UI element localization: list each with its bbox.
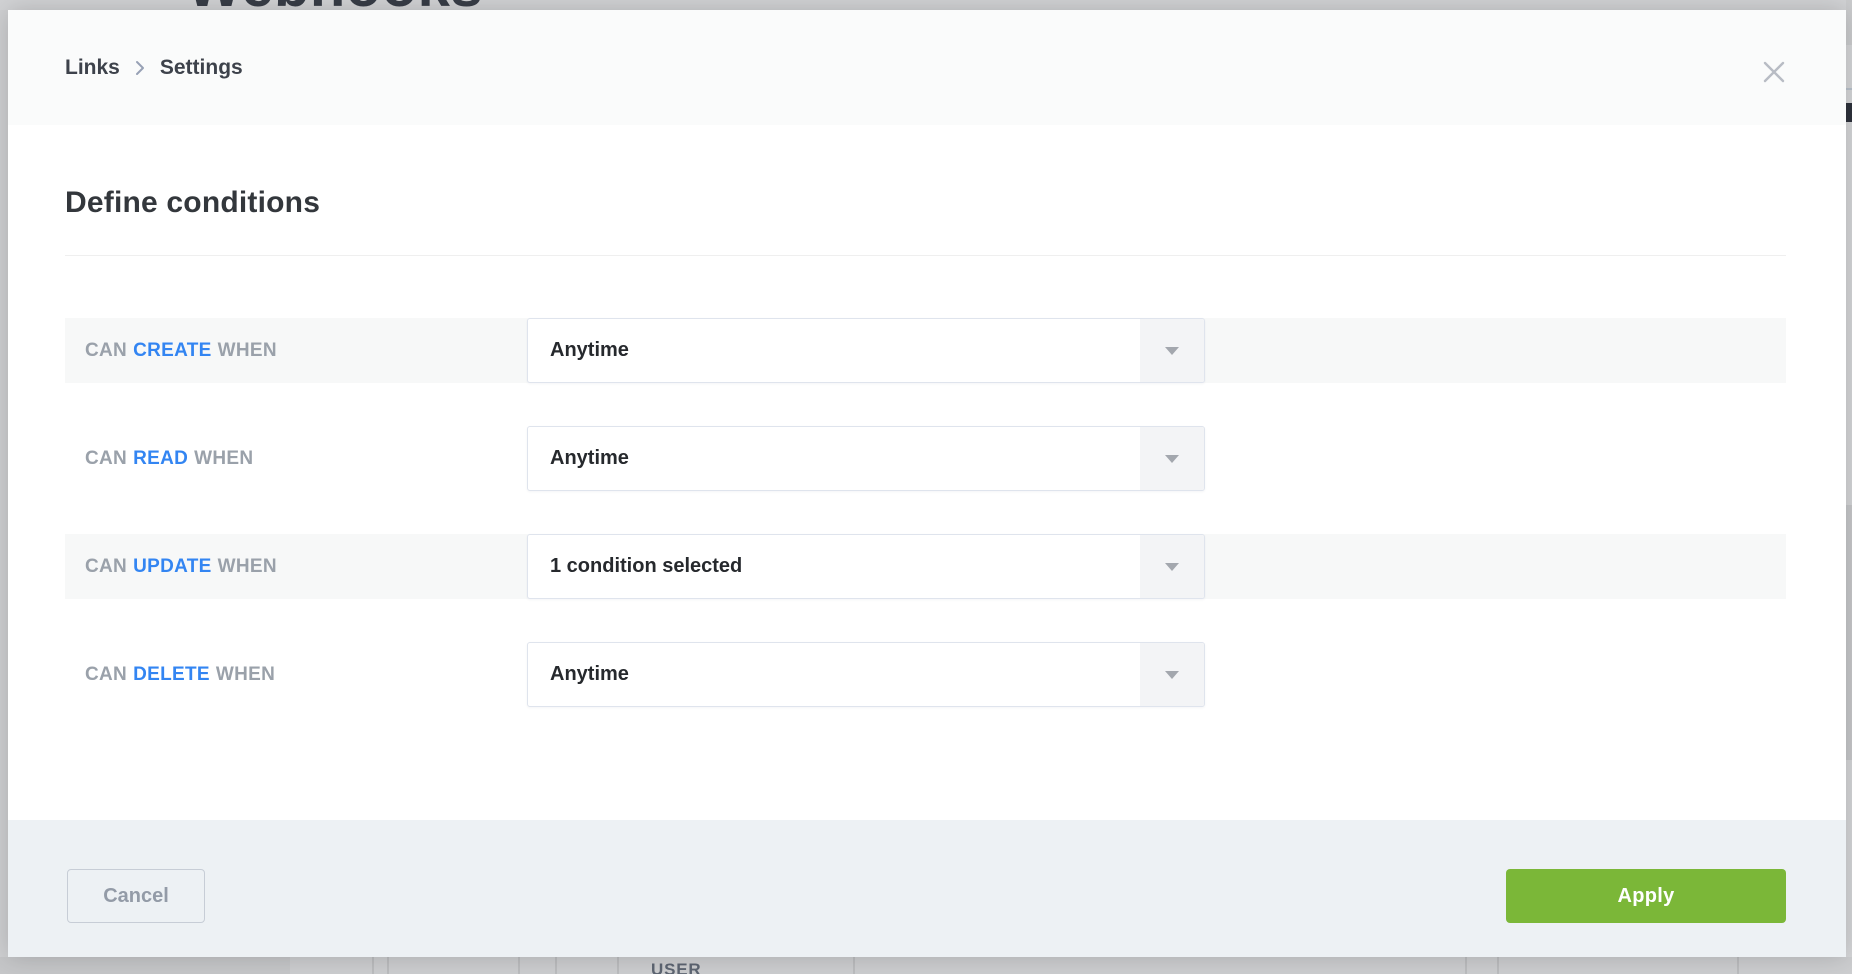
background-sidebar-fragment <box>0 957 290 974</box>
settings-modal: Links Settings Define conditions CAN CRE… <box>8 10 1846 957</box>
label-read: READ <box>133 448 188 470</box>
permission-row-create: CAN CREATE WHEN Anytime <box>65 318 1786 383</box>
permission-row-delete: CAN DELETE WHEN Anytime <box>65 642 1786 707</box>
label-can: CAN <box>85 448 127 470</box>
delete-when-dropdown[interactable]: Anytime <box>527 642 1205 707</box>
read-when-dropdown[interactable]: Anytime <box>527 426 1205 491</box>
label-can: CAN <box>85 340 127 362</box>
table-column-divider <box>1737 957 1739 974</box>
label-can: CAN <box>85 556 127 578</box>
label-delete: DELETE <box>133 664 210 686</box>
table-column-divider <box>387 957 389 974</box>
label-when: WHEN <box>218 340 277 362</box>
background-fragment <box>1846 505 1852 760</box>
breadcrumb: Links Settings <box>65 10 243 125</box>
background-page-top: Webhooks <box>0 0 1852 10</box>
label-when: WHEN <box>218 556 277 578</box>
user-column-header: USER <box>651 960 701 974</box>
background-page-title: Webhooks <box>187 0 483 10</box>
permission-row-read: CAN READ WHEN Anytime <box>65 426 1786 491</box>
background-fragment <box>1846 103 1852 122</box>
cancel-button[interactable]: Cancel <box>67 869 205 923</box>
update-when-label: CAN UPDATE WHEN <box>85 534 283 599</box>
breadcrumb-links[interactable]: Links <box>65 56 120 80</box>
label-when: WHEN <box>216 664 275 686</box>
chevron-down-icon <box>1140 427 1204 490</box>
table-column-divider <box>1497 957 1499 974</box>
close-icon[interactable] <box>1758 56 1790 88</box>
background-page-right-strip <box>1846 0 1852 974</box>
modal-header: Links Settings <box>8 10 1846 125</box>
chevron-down-icon <box>1140 643 1204 706</box>
delete-when-label: CAN DELETE WHEN <box>85 642 281 707</box>
label-when: WHEN <box>194 448 253 470</box>
table-column-divider <box>1465 957 1467 974</box>
background-table-header-strip: USER <box>0 957 1852 974</box>
table-column-divider <box>853 957 855 974</box>
label-can: CAN <box>85 664 127 686</box>
dropdown-value: 1 condition selected <box>550 535 742 598</box>
update-when-dropdown[interactable]: 1 condition selected <box>527 534 1205 599</box>
table-column-divider <box>617 957 619 974</box>
dropdown-value: Anytime <box>550 643 629 706</box>
modal-footer: Cancel Apply <box>8 820 1846 957</box>
background-fragment <box>1846 0 1852 45</box>
breadcrumb-settings: Settings <box>160 56 243 80</box>
background-fragment <box>1846 88 1852 90</box>
divider <box>65 255 1786 256</box>
dropdown-value: Anytime <box>550 427 629 490</box>
table-column-divider <box>518 957 520 974</box>
label-create: CREATE <box>133 340 212 362</box>
create-when-label: CAN CREATE WHEN <box>85 318 283 383</box>
permission-row-update: CAN UPDATE WHEN 1 condition selected <box>65 534 1786 599</box>
chevron-down-icon <box>1140 319 1204 382</box>
chevron-down-icon <box>1140 535 1204 598</box>
read-when-label: CAN READ WHEN <box>85 426 259 491</box>
create-when-dropdown[interactable]: Anytime <box>527 318 1205 383</box>
table-column-divider <box>555 957 557 974</box>
table-column-divider <box>372 957 374 974</box>
chevron-right-icon <box>134 58 146 78</box>
label-update: UPDATE <box>133 556 212 578</box>
dropdown-value: Anytime <box>550 319 629 382</box>
apply-button[interactable]: Apply <box>1506 869 1786 923</box>
page-title: Define conditions <box>65 186 320 220</box>
